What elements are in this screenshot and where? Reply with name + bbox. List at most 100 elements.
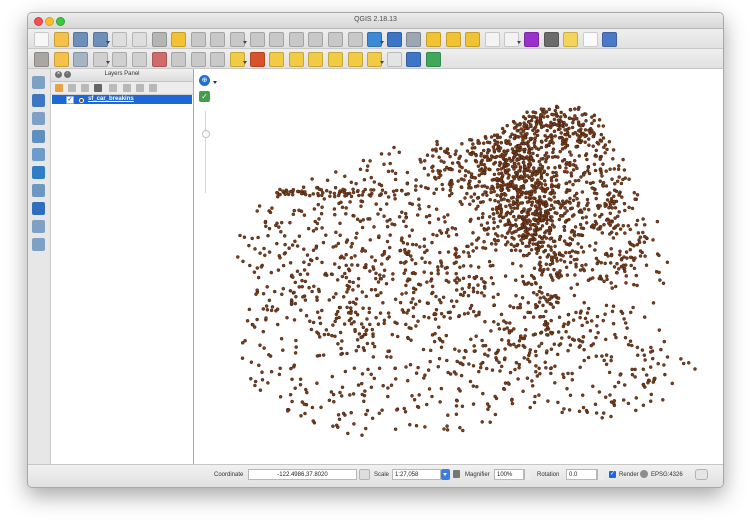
crs-globe-icon[interactable] [640, 470, 648, 478]
breakin-point [467, 362, 471, 366]
scale-dropdown-icon[interactable] [441, 469, 450, 480]
add-spatialite-layer-icon[interactable] [32, 130, 45, 143]
render-checkbox[interactable]: ✓ [609, 471, 616, 478]
move-feature-icon[interactable] [112, 52, 128, 67]
collapse-all-icon[interactable] [136, 84, 144, 92]
save-as-icon[interactable] [92, 32, 110, 47]
add-feature-icon[interactable] [92, 52, 110, 67]
new-project-icon[interactable] [34, 32, 49, 47]
breakin-point [357, 193, 361, 198]
change-label-icon[interactable] [367, 52, 385, 67]
add-postgis-layer-icon[interactable] [32, 112, 45, 125]
manage-theme-icon[interactable] [81, 84, 89, 92]
breakin-point [584, 263, 588, 267]
coordinate-toggle-icon[interactable] [359, 469, 370, 480]
actions-icon[interactable] [406, 32, 422, 47]
lock-scale-icon[interactable] [453, 470, 460, 478]
breakin-point [441, 187, 445, 191]
field-calculator-icon[interactable] [504, 32, 522, 47]
node-tool-icon[interactable] [132, 52, 147, 67]
csw-icon[interactable] [386, 52, 402, 67]
copy-feature-icon[interactable] [190, 52, 206, 67]
zoom-actual-icon[interactable] [230, 32, 247, 47]
python-console-icon[interactable] [406, 52, 422, 67]
map-canvas[interactable]: ⊕ ✓ [194, 69, 723, 465]
add-wms-layer-icon[interactable] [32, 148, 45, 161]
messages-icon[interactable] [695, 469, 708, 480]
magnifier-field[interactable]: 100% [494, 469, 524, 480]
rotation-field[interactable]: 0.0 [566, 469, 597, 480]
zoom-next-icon[interactable] [328, 32, 343, 47]
zoom-last-icon[interactable] [308, 32, 324, 47]
breakin-point [339, 394, 344, 398]
identify-icon[interactable] [386, 32, 402, 47]
paste-feature-icon[interactable] [210, 52, 226, 67]
breakin-point [290, 399, 294, 404]
pencil-icon[interactable] [34, 52, 49, 67]
style-icon[interactable] [249, 52, 265, 67]
print-composer-icon[interactable] [112, 32, 128, 47]
refresh-icon[interactable] [367, 32, 385, 47]
breakin-point [268, 210, 273, 215]
breakin-point [535, 171, 540, 176]
expand-all-icon[interactable] [123, 84, 131, 92]
add-raster-layer-icon[interactable] [32, 94, 45, 107]
zoom-in-icon[interactable] [190, 32, 206, 47]
pan-icon[interactable] [151, 32, 167, 47]
new-shapefile-layer-icon[interactable] [32, 238, 45, 251]
edit-icon[interactable] [53, 52, 69, 67]
rotation-stepper[interactable] [597, 469, 604, 480]
breakin-point [341, 187, 345, 192]
zoom-out-icon[interactable] [210, 32, 226, 47]
layer-row-sf-car-breakins[interactable]: ✓ sf_car_breakins [52, 95, 192, 104]
filter-icon[interactable] [94, 84, 102, 92]
deselect-icon[interactable] [465, 32, 481, 47]
zoom-full-icon[interactable] [249, 32, 265, 47]
add-virtual-layer-icon[interactable] [32, 220, 45, 233]
statistics-icon[interactable] [524, 32, 539, 47]
cut-feature-icon[interactable] [171, 52, 187, 67]
add-wcs-layer-icon[interactable] [32, 166, 45, 179]
select-by-expression-icon[interactable] [445, 32, 461, 47]
map-tips-icon[interactable] [563, 32, 579, 47]
epsg-label[interactable]: EPSG:4326 [651, 472, 683, 478]
style-layer-icon[interactable] [55, 84, 63, 92]
breakin-point [438, 400, 442, 404]
layer-visibility-checkbox[interactable]: ✓ [66, 96, 74, 104]
attribute-table-icon[interactable] [484, 32, 500, 47]
remove-layer-icon[interactable] [149, 84, 157, 92]
filter-dropdown-icon[interactable] [109, 84, 117, 92]
breakin-point [522, 124, 526, 129]
plugin-icon[interactable] [426, 52, 441, 67]
move-label-icon[interactable] [328, 52, 343, 67]
add-delimited-text-layer-icon[interactable] [32, 202, 45, 215]
scale-field[interactable]: 1:27,058 [392, 469, 441, 480]
add-vector-layer-icon[interactable] [32, 76, 45, 89]
add-wfs-layer-icon[interactable] [32, 184, 45, 197]
pin-label-icon[interactable] [288, 52, 304, 67]
zoom-to-layer-icon[interactable] [269, 32, 285, 47]
coordinate-field[interactable]: -122.4986,37.8020 [248, 469, 357, 480]
composer-manager-icon[interactable] [132, 32, 147, 47]
breakin-point [499, 210, 504, 215]
help-icon[interactable] [602, 32, 618, 47]
new-map-view-icon[interactable] [347, 32, 363, 47]
labeling-icon[interactable] [230, 52, 247, 67]
breakin-point [487, 259, 492, 264]
save-project-icon[interactable] [73, 32, 89, 47]
save-edits-icon[interactable] [73, 52, 89, 67]
rotate-label-icon[interactable] [347, 52, 363, 67]
label-layer-icon[interactable] [269, 52, 285, 67]
zoom-to-selection-icon[interactable] [288, 32, 304, 47]
measure-icon[interactable] [543, 32, 559, 47]
select-icon[interactable] [426, 32, 441, 47]
breakin-point [281, 286, 286, 291]
pan-to-selection-icon[interactable] [171, 32, 187, 47]
open-project-icon[interactable] [53, 32, 69, 47]
add-group-icon[interactable] [68, 84, 76, 92]
magnifier-stepper[interactable] [524, 469, 531, 480]
breakin-point [466, 311, 470, 315]
show-label-icon[interactable] [308, 52, 324, 67]
delete-feature-icon[interactable] [151, 52, 167, 67]
text-annotation-icon[interactable] [582, 32, 598, 47]
